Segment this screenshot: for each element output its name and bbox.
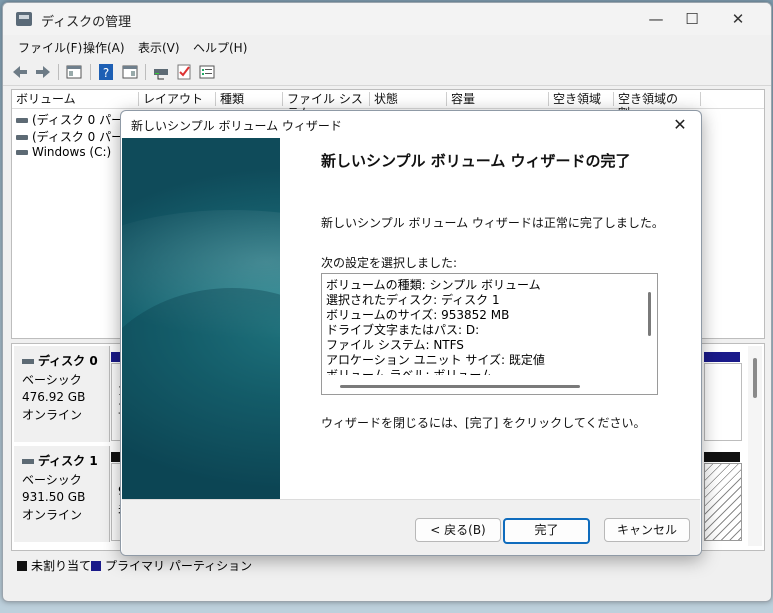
new-simple-volume-wizard: 新しいシンプル ボリューム ウィザード ✕ 新しいシンプル ボリューム ウィザー… xyxy=(120,110,702,556)
forward-icon[interactable] xyxy=(34,63,52,81)
legend-label: プライマリ パーティション xyxy=(105,559,253,573)
disk-icon[interactable] xyxy=(152,63,170,81)
disk-1-unallocated-strip-right xyxy=(704,452,740,462)
menu-help[interactable]: ヘルプ(H) xyxy=(193,39,247,56)
window-title: ディスクの管理 xyxy=(41,15,132,30)
wizard-body: 新しいシンプル ボリューム ウィザードの完了 新しいシンプル ボリューム ウィザ… xyxy=(281,138,699,499)
disk-1-size: 931.50 GB xyxy=(22,490,86,504)
disk-0-partition-right[interactable] xyxy=(704,363,742,441)
column-volume[interactable]: ボリューム xyxy=(12,92,139,106)
disk-0-label[interactable]: ディスク 0 ベーシック 476.92 GB オンライン xyxy=(14,346,110,442)
toolbar-separator xyxy=(58,64,59,80)
disk-management-icon xyxy=(16,12,32,26)
disk-map-scrollbar[interactable] xyxy=(748,346,762,546)
disk-0-size: 476.92 GB xyxy=(22,390,86,404)
disk-1-status: オンライン xyxy=(22,508,83,522)
column-free-percent[interactable]: 空き領域の割... xyxy=(614,92,701,120)
legend: 未割り当て プライマリ パーティション xyxy=(11,555,763,573)
disk-0-type: ベーシック xyxy=(22,373,82,387)
properties-icon[interactable] xyxy=(121,63,139,81)
disk-1-unallocated-region[interactable] xyxy=(704,463,742,541)
legend-unallocated: 未割り当て xyxy=(17,557,91,574)
disk-name-text: ディスク 0 xyxy=(38,354,98,368)
scrollbar-thumb[interactable] xyxy=(753,358,757,398)
disk-1-name: ディスク 1 xyxy=(22,452,109,469)
cancel-button[interactable]: キャンセル xyxy=(604,518,690,542)
back-button[interactable]: < 戻る(B) xyxy=(415,518,501,542)
console-icon[interactable] xyxy=(65,63,83,81)
disk-0-name: ディスク 0 xyxy=(22,352,109,369)
legend-label: 未割り当て xyxy=(31,559,92,573)
column-free-space[interactable]: 空き領域 xyxy=(549,92,614,106)
menu-file[interactable]: ファイル(F) xyxy=(18,39,82,56)
column-status[interactable]: 状態 xyxy=(370,92,447,106)
drive-icon xyxy=(16,135,28,140)
menu-bar: ファイル(F) 操作(A) 表示(V) ヘルプ(H) xyxy=(3,36,771,58)
close-instruction: ウィザードを閉じるには、[完了] をクリックしてください。 xyxy=(321,416,646,430)
settings-summary-box[interactable]: ボリュームの種類: シンプル ボリューム 選択されたディスク: ディスク 1 ボ… xyxy=(321,273,658,395)
help-icon[interactable]: ? xyxy=(97,63,115,81)
legend-primary: プライマリ パーティション xyxy=(91,557,252,574)
list-icon[interactable] xyxy=(198,63,216,81)
close-button[interactable]: ✕ xyxy=(715,3,761,35)
disk-1-label[interactable]: ディスク 1 ベーシック 931.50 GB オンライン xyxy=(14,446,110,542)
disk-name-text: ディスク 1 xyxy=(38,454,98,468)
menu-action[interactable]: 操作(A) xyxy=(83,39,125,56)
drive-icon xyxy=(16,118,28,123)
drive-icon xyxy=(16,150,28,155)
wizard-footer: < 戻る(B) 完了 キャンセル xyxy=(122,499,700,555)
maximize-button[interactable]: ☐ xyxy=(669,3,715,35)
settings-horizontal-scrollbar[interactable] xyxy=(340,385,580,388)
settings-vertical-scrollbar[interactable] xyxy=(648,292,651,336)
drive-icon xyxy=(22,459,34,464)
disk-0-partition-strip-right xyxy=(704,352,740,362)
wizard-heading: 新しいシンプル ボリューム ウィザードの完了 xyxy=(321,152,631,170)
finish-button[interactable]: 完了 xyxy=(503,518,590,544)
drive-icon xyxy=(22,359,34,364)
column-headers: ボリューム レイアウト 種類 ファイル システム 状態 容量 空き領域 空き領域… xyxy=(12,90,764,120)
wizard-banner-image xyxy=(122,138,280,499)
title-bar: ディスクの管理 — ☐ ✕ xyxy=(3,3,771,35)
back-icon[interactable] xyxy=(11,63,29,81)
column-filesystem[interactable]: ファイル システム xyxy=(283,92,370,120)
column-type[interactable]: 種類 xyxy=(216,92,283,106)
wizard-close-button[interactable]: ✕ xyxy=(665,113,695,137)
disk-0-status: オンライン xyxy=(22,408,83,422)
menu-view[interactable]: 表示(V) xyxy=(138,39,180,56)
settings-label: 次の設定を選択しました: xyxy=(321,256,458,270)
volume-name: Windows (C:) xyxy=(32,145,112,159)
wizard-title: 新しいシンプル ボリューム ウィザード xyxy=(131,119,342,133)
checklist-icon[interactable] xyxy=(175,63,193,81)
wizard-completed-text: 新しいシンプル ボリューム ウィザードは正常に完了しました。 xyxy=(321,216,664,230)
setting-line: ボリューム ラベル: ボリューム xyxy=(326,368,493,375)
column-capacity[interactable]: 容量 xyxy=(447,92,549,106)
svg-text:?: ? xyxy=(103,66,109,80)
volume-row[interactable]: Windows (C:) xyxy=(16,145,111,161)
column-layout[interactable]: レイアウト xyxy=(139,92,216,106)
legend-swatch-blue xyxy=(91,561,101,571)
toolbar: ? xyxy=(3,59,771,86)
disk-1-type: ベーシック xyxy=(22,473,82,487)
toolbar-separator xyxy=(90,64,91,80)
toolbar-separator xyxy=(145,64,146,80)
legend-swatch-black xyxy=(17,561,27,571)
